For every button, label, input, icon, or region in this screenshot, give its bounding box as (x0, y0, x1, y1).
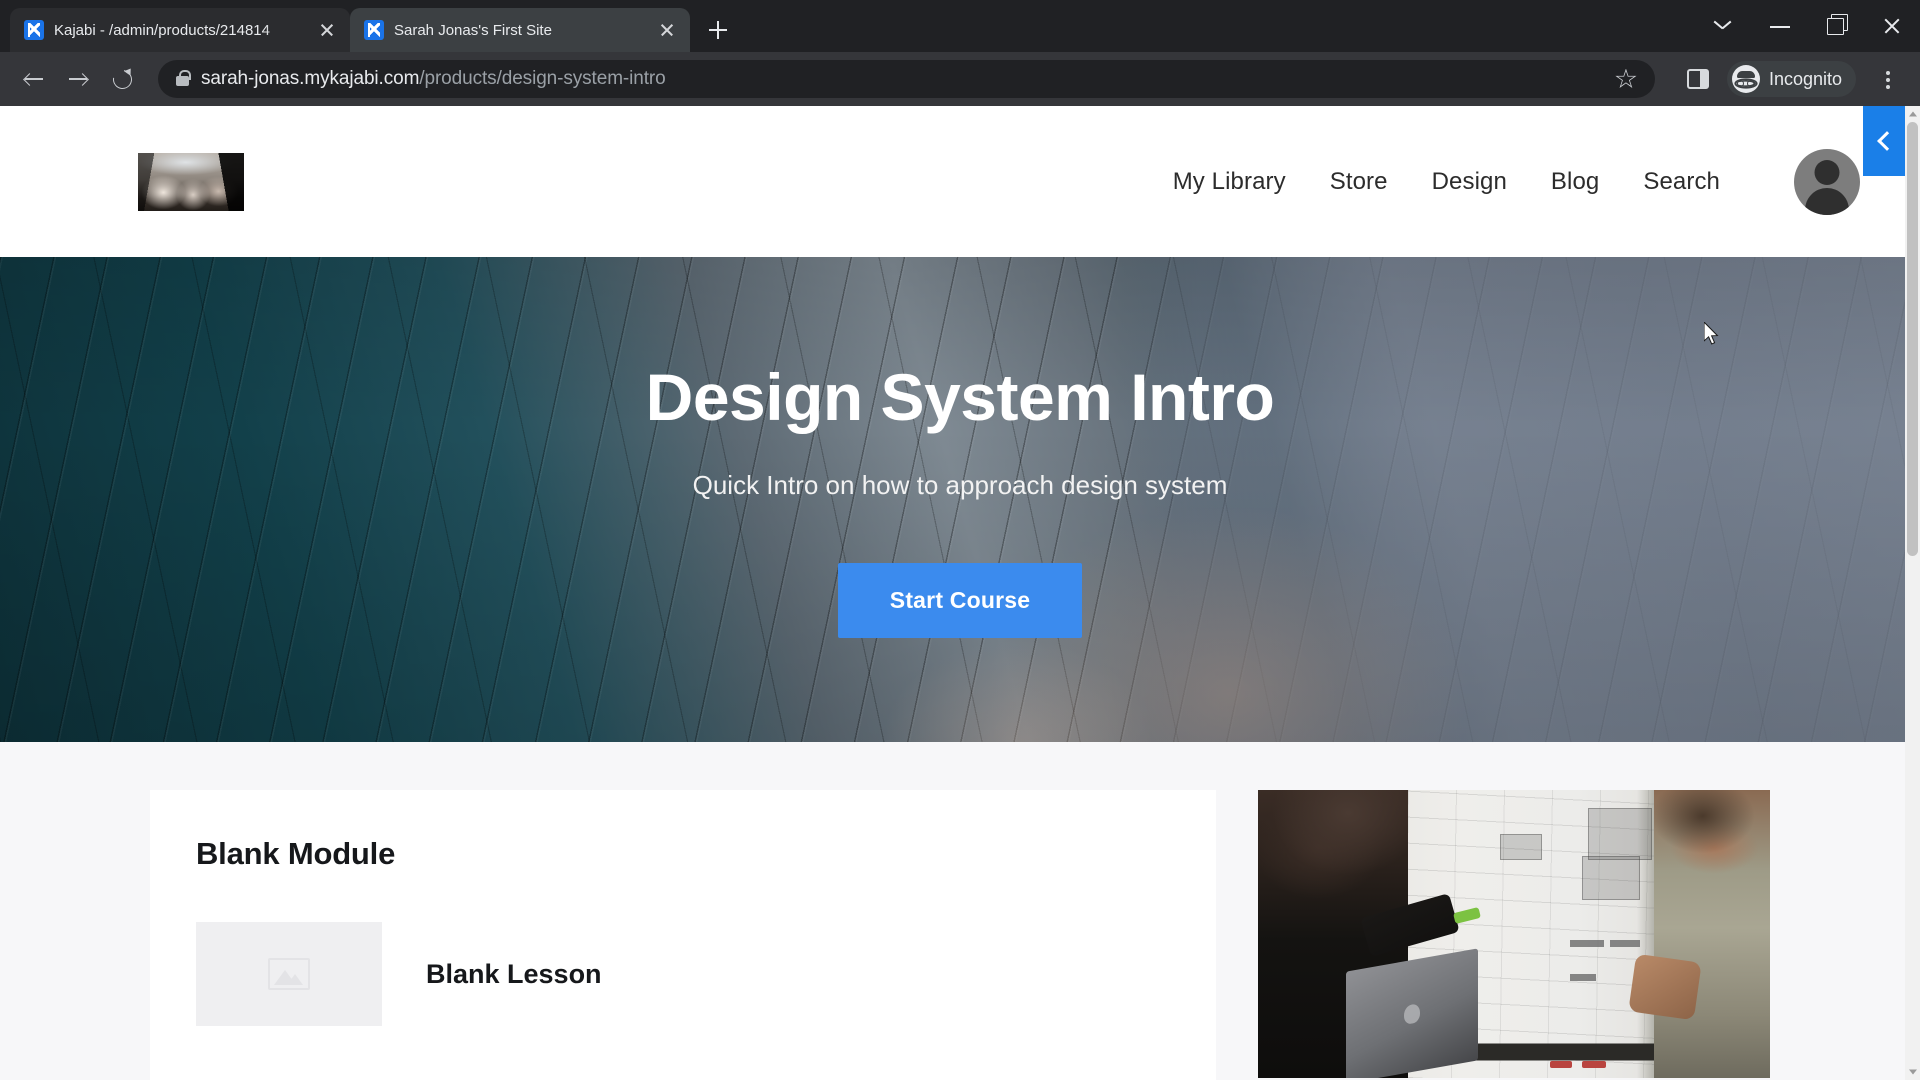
scroll-down-arrow[interactable] (1905, 1064, 1920, 1080)
panel-toggle-button[interactable] (1863, 106, 1905, 176)
whiteboard-note (1582, 856, 1640, 900)
page-scrollbar[interactable] (1905, 106, 1920, 1080)
forward-icon[interactable] (58, 59, 98, 99)
new-tab-button[interactable] (698, 10, 738, 50)
back-icon[interactable] (14, 59, 54, 99)
module-card: Blank Module Blank Lesson (150, 790, 1216, 1080)
nav-item-my-library[interactable]: My Library (1173, 168, 1286, 196)
minimize-icon[interactable] (1752, 0, 1808, 52)
content-section: Blank Module Blank Lesson (0, 742, 1920, 1080)
incognito-icon (1731, 65, 1760, 93)
page-subtitle: Quick Intro on how to approach design sy… (692, 469, 1228, 500)
scrollbar-thumb[interactable] (1907, 122, 1918, 556)
side-image (1258, 790, 1770, 1078)
browser-tab-1[interactable]: Kajabi - /admin/products/214814 (10, 8, 350, 52)
whiteboard-note (1588, 808, 1652, 860)
bookmark-star-icon[interactable] (1615, 69, 1637, 90)
close-icon[interactable] (654, 17, 680, 43)
start-course-button[interactable]: Start Course (837, 562, 1083, 638)
person-right-arm (1628, 953, 1702, 1021)
kajabi-favicon-icon (24, 20, 44, 40)
laptop (1346, 948, 1478, 1078)
close-icon[interactable] (314, 17, 340, 43)
window-controls (1696, 0, 1920, 52)
lesson-thumbnail[interactable] (196, 922, 382, 1026)
lock-icon (176, 69, 191, 86)
browser-window: Kajabi - /admin/products/214814 Sarah Jo… (0, 0, 1920, 1080)
person-right (1654, 790, 1770, 1078)
site-nav: My Library Store Design Blog Search (1173, 148, 1860, 215)
scroll-up-arrow[interactable] (1905, 106, 1920, 122)
page-viewport: My Library Store Design Blog Search Desi… (0, 106, 1920, 1080)
image-placeholder-icon (268, 958, 310, 990)
lesson-title: Blank Lesson (426, 958, 602, 989)
hero-section: Design System Intro Quick Intro on how t… (0, 257, 1920, 742)
whiteboard-bar (1610, 940, 1640, 947)
tab-title: Sarah Jonas's First Site (394, 21, 552, 39)
url-domain: sarah-jonas.mykajabi.com (201, 68, 420, 89)
tab-strip: Kajabi - /admin/products/214814 Sarah Jo… (0, 0, 1920, 52)
nav-item-store[interactable]: Store (1330, 168, 1388, 196)
browser-menu-icon[interactable] (1870, 59, 1906, 99)
nav-item-design[interactable]: Design (1432, 168, 1507, 196)
url-text: sarah-jonas.mykajabi.com/products/design… (201, 68, 1603, 90)
reload-icon[interactable] (102, 59, 142, 99)
tab-title: Kajabi - /admin/products/214814 (54, 21, 270, 39)
nav-item-search[interactable]: Search (1643, 168, 1720, 196)
kajabi-favicon-icon (364, 20, 384, 40)
site-logo[interactable] (138, 152, 244, 211)
nav-item-blog[interactable]: Blog (1551, 168, 1599, 196)
side-panel-icon[interactable] (1686, 69, 1709, 89)
incognito-badge[interactable]: Incognito (1726, 61, 1856, 97)
page-title: Design System Intro (645, 360, 1275, 435)
incognito-label: Incognito (1768, 68, 1842, 89)
whiteboard-bar (1570, 940, 1604, 947)
module-title: Blank Module (196, 836, 396, 871)
window-close-icon[interactable] (1864, 0, 1920, 52)
browser-toolbar: sarah-jonas.mykajabi.com/products/design… (0, 52, 1920, 106)
whiteboard-note (1500, 834, 1542, 860)
whiteboard-marker (1550, 1061, 1572, 1068)
maximize-icon[interactable] (1808, 0, 1864, 52)
whiteboard-marker (1582, 1061, 1606, 1068)
chevron-left-icon (1876, 131, 1897, 151)
url-path: /products/design-system-intro (419, 68, 666, 89)
browser-tab-2[interactable]: Sarah Jonas's First Site (350, 8, 690, 52)
whiteboard-bar (1570, 974, 1596, 981)
site-header: My Library Store Design Blog Search (0, 106, 1920, 257)
lesson-row[interactable]: Blank Lesson (196, 922, 1170, 1026)
avatar[interactable] (1794, 148, 1860, 215)
address-bar[interactable]: sarah-jonas.mykajabi.com/products/design… (158, 60, 1655, 98)
chevron-down-icon[interactable] (1696, 0, 1752, 52)
